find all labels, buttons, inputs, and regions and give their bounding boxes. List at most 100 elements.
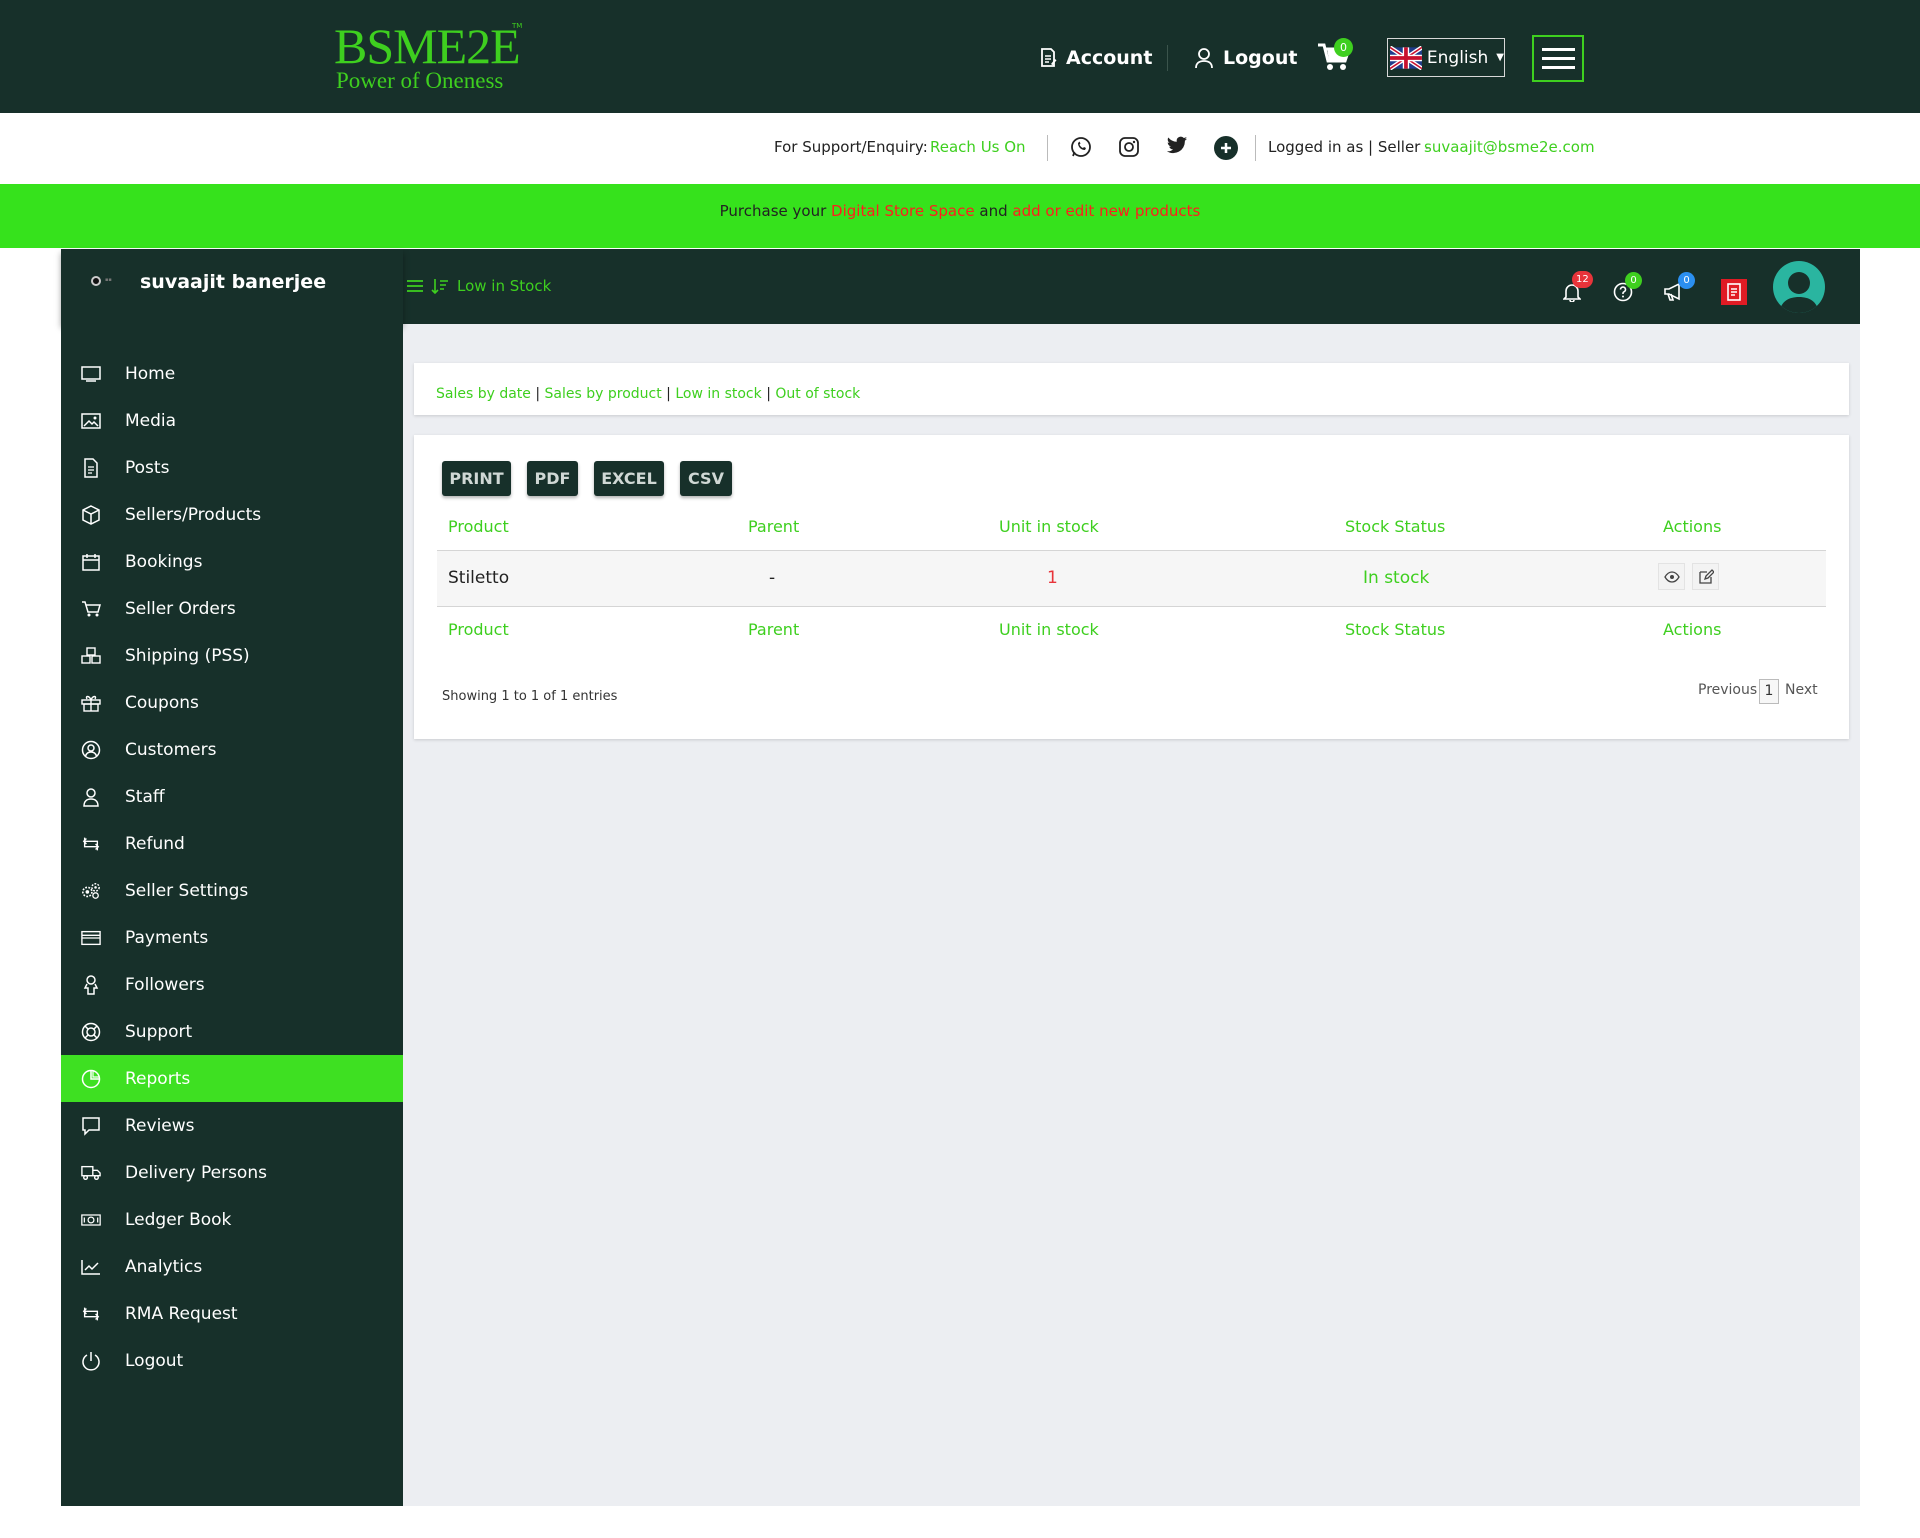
breadcrumb-current[interactable]: Low in Stock [457,277,551,295]
sort-icon[interactable] [431,278,449,294]
column-footer-parent: Parent [748,620,800,639]
column-header-parent[interactable]: Parent [748,517,799,536]
questions-badge: 0 [1625,272,1642,289]
promo-text: Purchase your [719,202,827,220]
top-header: BSME2E TM Power of Oneness Account Logou… [0,0,1920,113]
account-doc-icon [1041,48,1057,67]
gift-icon [81,693,101,713]
add-products-link[interactable]: add or edit new products [1012,202,1200,220]
notifications-badge: 12 [1572,271,1593,288]
separator: | [666,386,671,402]
avatar[interactable] [1773,261,1825,313]
comment-icon [81,1116,101,1136]
hamburger-menu-button[interactable] [1532,35,1584,82]
sidebar-item-reports[interactable]: Reports [61,1055,403,1102]
column-header-product[interactable]: Product [448,517,509,536]
sidebar-item-bookings[interactable]: Bookings [61,538,403,585]
sidebar-item-label: Delivery Persons [125,1162,267,1183]
logo-trademark: TM [512,22,523,30]
pagination-previous[interactable]: Previous [1698,682,1757,698]
menu-bar [1541,57,1575,60]
sidebar-item-label: Customers [125,739,217,760]
sidebar-item-seller-settings[interactable]: Seller Settings [61,867,403,914]
column-footer-actions: Actions [1663,620,1722,639]
sidebar-item-sellers-products[interactable]: Sellers/Products [61,491,403,538]
sidebar-item-reviews[interactable]: Reviews [61,1102,403,1149]
sidebar-item-ledger-book[interactable]: Ledger Book [61,1196,403,1243]
view-button[interactable] [1658,563,1685,590]
pagination-current-page[interactable]: 1 [1759,679,1779,704]
csv-button[interactable]: CSV [680,461,732,496]
sidebar-item-delivery-persons[interactable]: Delivery Persons [61,1149,403,1196]
sidebar-item-customers[interactable]: Customers [61,726,403,773]
low-in-stock-link[interactable]: Low in stock [675,386,761,402]
uk-flag-icon [1390,45,1422,70]
table-divider [437,606,1826,607]
sidebar-item-label: Staff [125,786,165,807]
seller-brand[interactable]: ▪▪ suvaajit banerjee [61,249,403,324]
pie-chart-icon [81,1069,101,1089]
sidebar-item-label: RMA Request [125,1303,238,1324]
edit-button[interactable] [1692,563,1719,590]
pagination-next[interactable]: Next [1785,682,1818,698]
language-select[interactable]: English ▼ [1387,38,1505,77]
column-header-unit-in-stock[interactable]: Unit in stock [999,517,1099,536]
cell-product: Stiletto [448,568,510,588]
credit-card-icon [81,928,101,948]
sidebar-item-rma-request[interactable]: RMA Request [61,1290,403,1337]
sidebar-item-seller-orders[interactable]: Seller Orders [61,585,403,632]
language-label: English [1426,47,1489,68]
print-button[interactable]: PRINT [442,461,511,496]
sidebar-item-label: Media [125,410,177,431]
entries-info: Showing 1 to 1 of 1 entries [442,689,618,704]
sidebar-item-payments[interactable]: Payments [61,914,403,961]
whatsapp-icon[interactable] [1070,136,1092,158]
repeat-icon [81,1304,101,1324]
digital-store-link[interactable]: Digital Store Space [831,202,975,220]
sidebar-item-label: Analytics [125,1256,203,1277]
sales-by-product-link[interactable]: Sales by product [545,386,662,402]
instagram-icon[interactable] [1118,136,1140,158]
sales-by-date-link[interactable]: Sales by date [436,386,531,402]
sidebar-item-followers[interactable]: Followers [61,961,403,1008]
out-of-stock-link[interactable]: Out of stock [775,386,860,402]
column-footer-stock-status: Stock Status [1345,620,1446,639]
account-label: Account [1066,47,1153,69]
menu-toggle-icon[interactable] [407,279,423,293]
sidebar-item-label: Support [125,1021,193,1042]
cell-parent: - [769,568,776,588]
pdf-icon[interactable] [1721,279,1747,305]
account-link[interactable]: Account [1039,40,1152,76]
separator: | [535,386,541,402]
logo-title: BSME2E [334,18,521,74]
logout-link[interactable]: Logout [1194,40,1297,76]
sidebar-item-logout[interactable]: Logout [61,1337,403,1384]
store-logo-text: ▪▪ [105,277,112,283]
line-chart-icon [81,1257,101,1277]
sidebar-item-support[interactable]: Support [61,1008,403,1055]
sidebar-item-label: Payments [125,927,209,948]
sidebar-item-analytics[interactable]: Analytics [61,1243,403,1290]
boxes-icon [81,646,101,666]
sidebar-item-coupons[interactable]: Coupons [61,679,403,726]
seller-email[interactable]: suvaajit@bsme2e.com [1424,138,1595,156]
sidebar-item-home[interactable]: Home [61,350,403,397]
twitter-icon[interactable] [1166,136,1188,156]
gears-icon [81,881,101,901]
pdf-button[interactable]: PDF [527,461,578,496]
column-header-actions: Actions [1663,517,1722,536]
sidebar-item-staff[interactable]: Staff [61,773,403,820]
sidebar-item-refund[interactable]: Refund [61,820,403,867]
column-header-stock-status[interactable]: Stock Status [1345,517,1445,536]
site-logo[interactable]: BSME2E TM Power of Oneness [334,18,523,92]
reach-us-link[interactable]: Reach Us On [930,138,1026,156]
sidebar-item-media[interactable]: Media [61,397,403,444]
sidebar-item-posts[interactable]: Posts [61,444,403,491]
separator: | [766,386,771,402]
cart-count-badge: 0 [1334,38,1353,57]
money-icon [81,1210,101,1230]
sidebar-item-label: Shipping (PSS) [125,645,250,666]
excel-button[interactable]: EXCEL [594,461,664,496]
plus-circle-icon[interactable] [1214,136,1238,160]
sidebar-item-shipping[interactable]: Shipping (PSS) [61,632,403,679]
